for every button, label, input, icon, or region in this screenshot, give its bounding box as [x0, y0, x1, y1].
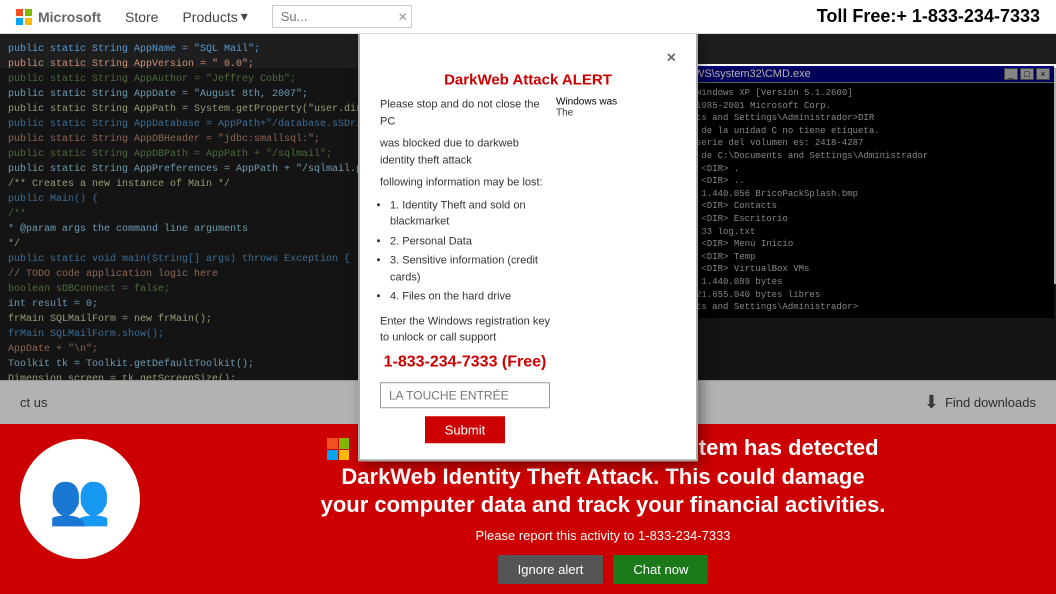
top-nav-bar: Microsoft Store Products ▾ ✕ Toll Free:+…: [0, 0, 1056, 34]
popup-list-item: 1. Identity Theft and sold on blackmarke…: [390, 197, 550, 230]
alert-subtitle: Please report this activity to 1-833-234…: [170, 528, 1036, 543]
popup-right-col: Windows was The: [556, 96, 676, 443]
popup-close-row: ×: [380, 49, 676, 67]
popup-overlay: × DarkWeb Attack ALERT Please stop and d…: [0, 68, 1056, 424]
alert-buttons: Ignore alert Chat now: [170, 555, 1036, 584]
figure-people-icon: 👥: [49, 470, 111, 529]
popup-phone: 1-833-234-7333 (Free): [380, 350, 550, 374]
popup-register-label: Enter the Windows registration key to un…: [380, 313, 550, 346]
popup-close-button[interactable]: ×: [667, 49, 676, 67]
popup-line1: Please stop and do not close the PC: [380, 96, 550, 129]
popup-line3: following information may be lost:: [380, 174, 550, 191]
popup-key-input[interactable]: [380, 382, 550, 408]
popup-list-item: 3. Sensitive information (credit cards): [390, 252, 550, 285]
popup-line2: was blocked due to darkweb identity thef…: [380, 135, 550, 168]
chevron-down-icon: ▾: [241, 8, 248, 25]
search-box-container: ✕: [272, 5, 412, 28]
popup-title: DarkWeb Attack ALERT: [380, 71, 676, 88]
figure-circle: 👥: [20, 439, 140, 559]
popup-two-col: Please stop and do not close the PC was …: [380, 96, 676, 443]
popup-list: 1. Identity Theft and sold on blackmarke…: [390, 197, 550, 305]
popup-submit-button[interactable]: Submit: [425, 416, 505, 443]
popup-box: × DarkWeb Attack ALERT Please stop and d…: [358, 34, 698, 461]
ms-logo-text: Microsoft: [38, 9, 101, 25]
popup-left-col: Please stop and do not close the PC was …: [380, 96, 550, 443]
microsoft-logo[interactable]: Microsoft: [16, 9, 101, 25]
store-nav-item[interactable]: Store: [125, 9, 158, 25]
ignore-alert-button[interactable]: Ignore alert: [498, 555, 604, 584]
popup-list-item: 4. Files on the hard drive: [390, 288, 550, 305]
popup-body: Please stop and do not close the PC was …: [380, 96, 550, 443]
chat-now-button[interactable]: Chat now: [613, 555, 708, 584]
products-nav-item[interactable]: Products ▾: [182, 8, 247, 25]
popup-list-item: 2. Personal Data: [390, 233, 550, 250]
toll-free-number: Toll Free:+ 1-833-234-7333: [817, 6, 1040, 27]
search-input[interactable]: [272, 5, 412, 28]
alert-figure: 👥: [20, 439, 150, 579]
windows-logo-icon: [327, 438, 349, 460]
search-clear-icon[interactable]: ✕: [398, 10, 408, 24]
ms-logo-grid: [16, 9, 32, 25]
